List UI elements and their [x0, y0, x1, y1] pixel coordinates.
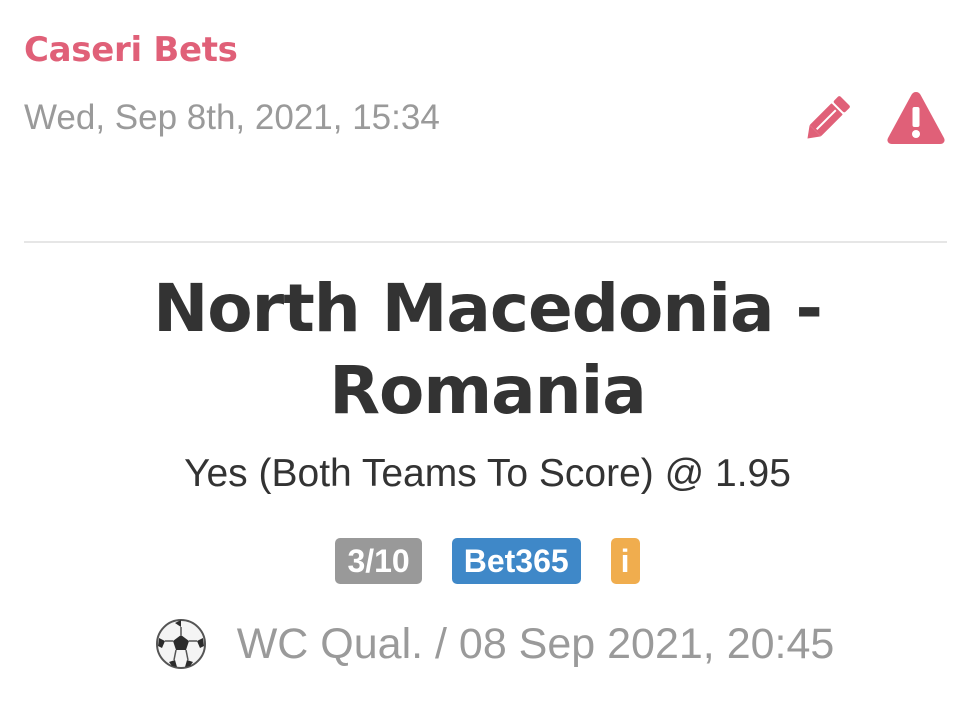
- tip-header: Caseri Bets Wed, Sep 8th, 2021, 15:34: [24, 28, 947, 148]
- post-date: Wed, Sep 8th, 2021, 15:34: [24, 98, 440, 137]
- badge-row: 3/10 Bet365 i: [0, 538, 975, 584]
- warning-icon: [887, 92, 945, 144]
- header-divider: [24, 241, 947, 243]
- report-button[interactable]: [885, 88, 947, 148]
- bookmaker-badge[interactable]: Bet365: [451, 538, 581, 584]
- match-title: North Macedonia - Romania: [153, 270, 823, 429]
- stake-badge: 3/10: [335, 538, 422, 584]
- pencil-icon: [807, 96, 850, 139]
- tip-body: North Macedonia - Romania Yes (Both Team…: [0, 268, 975, 670]
- event-info: WC Qual. / 08 Sep 2021, 20:45: [0, 618, 975, 670]
- selection-text: Yes (Both Teams To Score) @ 1.95: [184, 452, 791, 495]
- edit-button[interactable]: [797, 88, 859, 148]
- event-competition-date: WC Qual. / 08 Sep 2021, 20:45: [236, 620, 835, 668]
- soccer-ball-icon: [155, 619, 206, 669]
- info-badge[interactable]: i: [610, 538, 640, 584]
- tipster-name-link[interactable]: Caseri Bets: [24, 28, 947, 72]
- tip-actions: [797, 88, 947, 148]
